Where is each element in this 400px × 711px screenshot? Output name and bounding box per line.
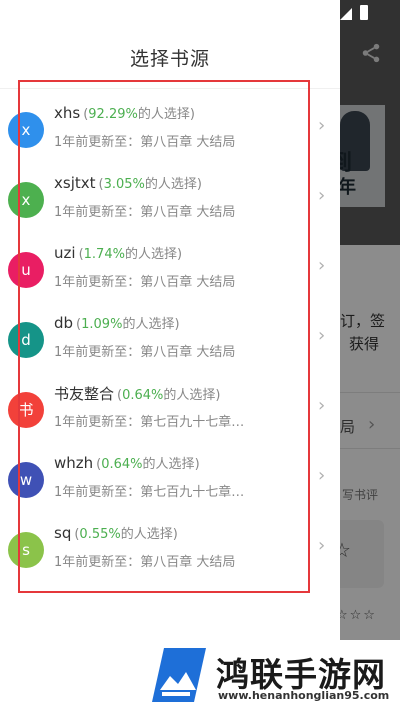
drawer-title: 选择书源	[129, 48, 210, 70]
battery-icon	[360, 5, 368, 20]
chevron-right-icon: ›	[318, 535, 326, 556]
brand-url: www.henanhonglian95.com	[218, 689, 390, 702]
chevron-right-icon: ›	[318, 395, 326, 416]
chevron-right-icon: ›	[318, 185, 326, 206]
chevron-right-icon: ›	[318, 325, 326, 346]
signal-icon	[340, 8, 352, 20]
footer-watermark: 鸿联手游网 www.henanhonglian95.com	[0, 640, 400, 711]
chevron-right-icon: ›	[318, 115, 326, 136]
site-logo	[152, 648, 206, 702]
source-drawer: 选择书源 x xhs (92.29%的人选择) 1年前更新至：第八百章 大结局 ›…	[0, 0, 340, 640]
chevron-right-icon: ›	[318, 465, 326, 486]
highlight-box	[18, 80, 310, 593]
chevron-right-icon: ›	[318, 255, 326, 276]
